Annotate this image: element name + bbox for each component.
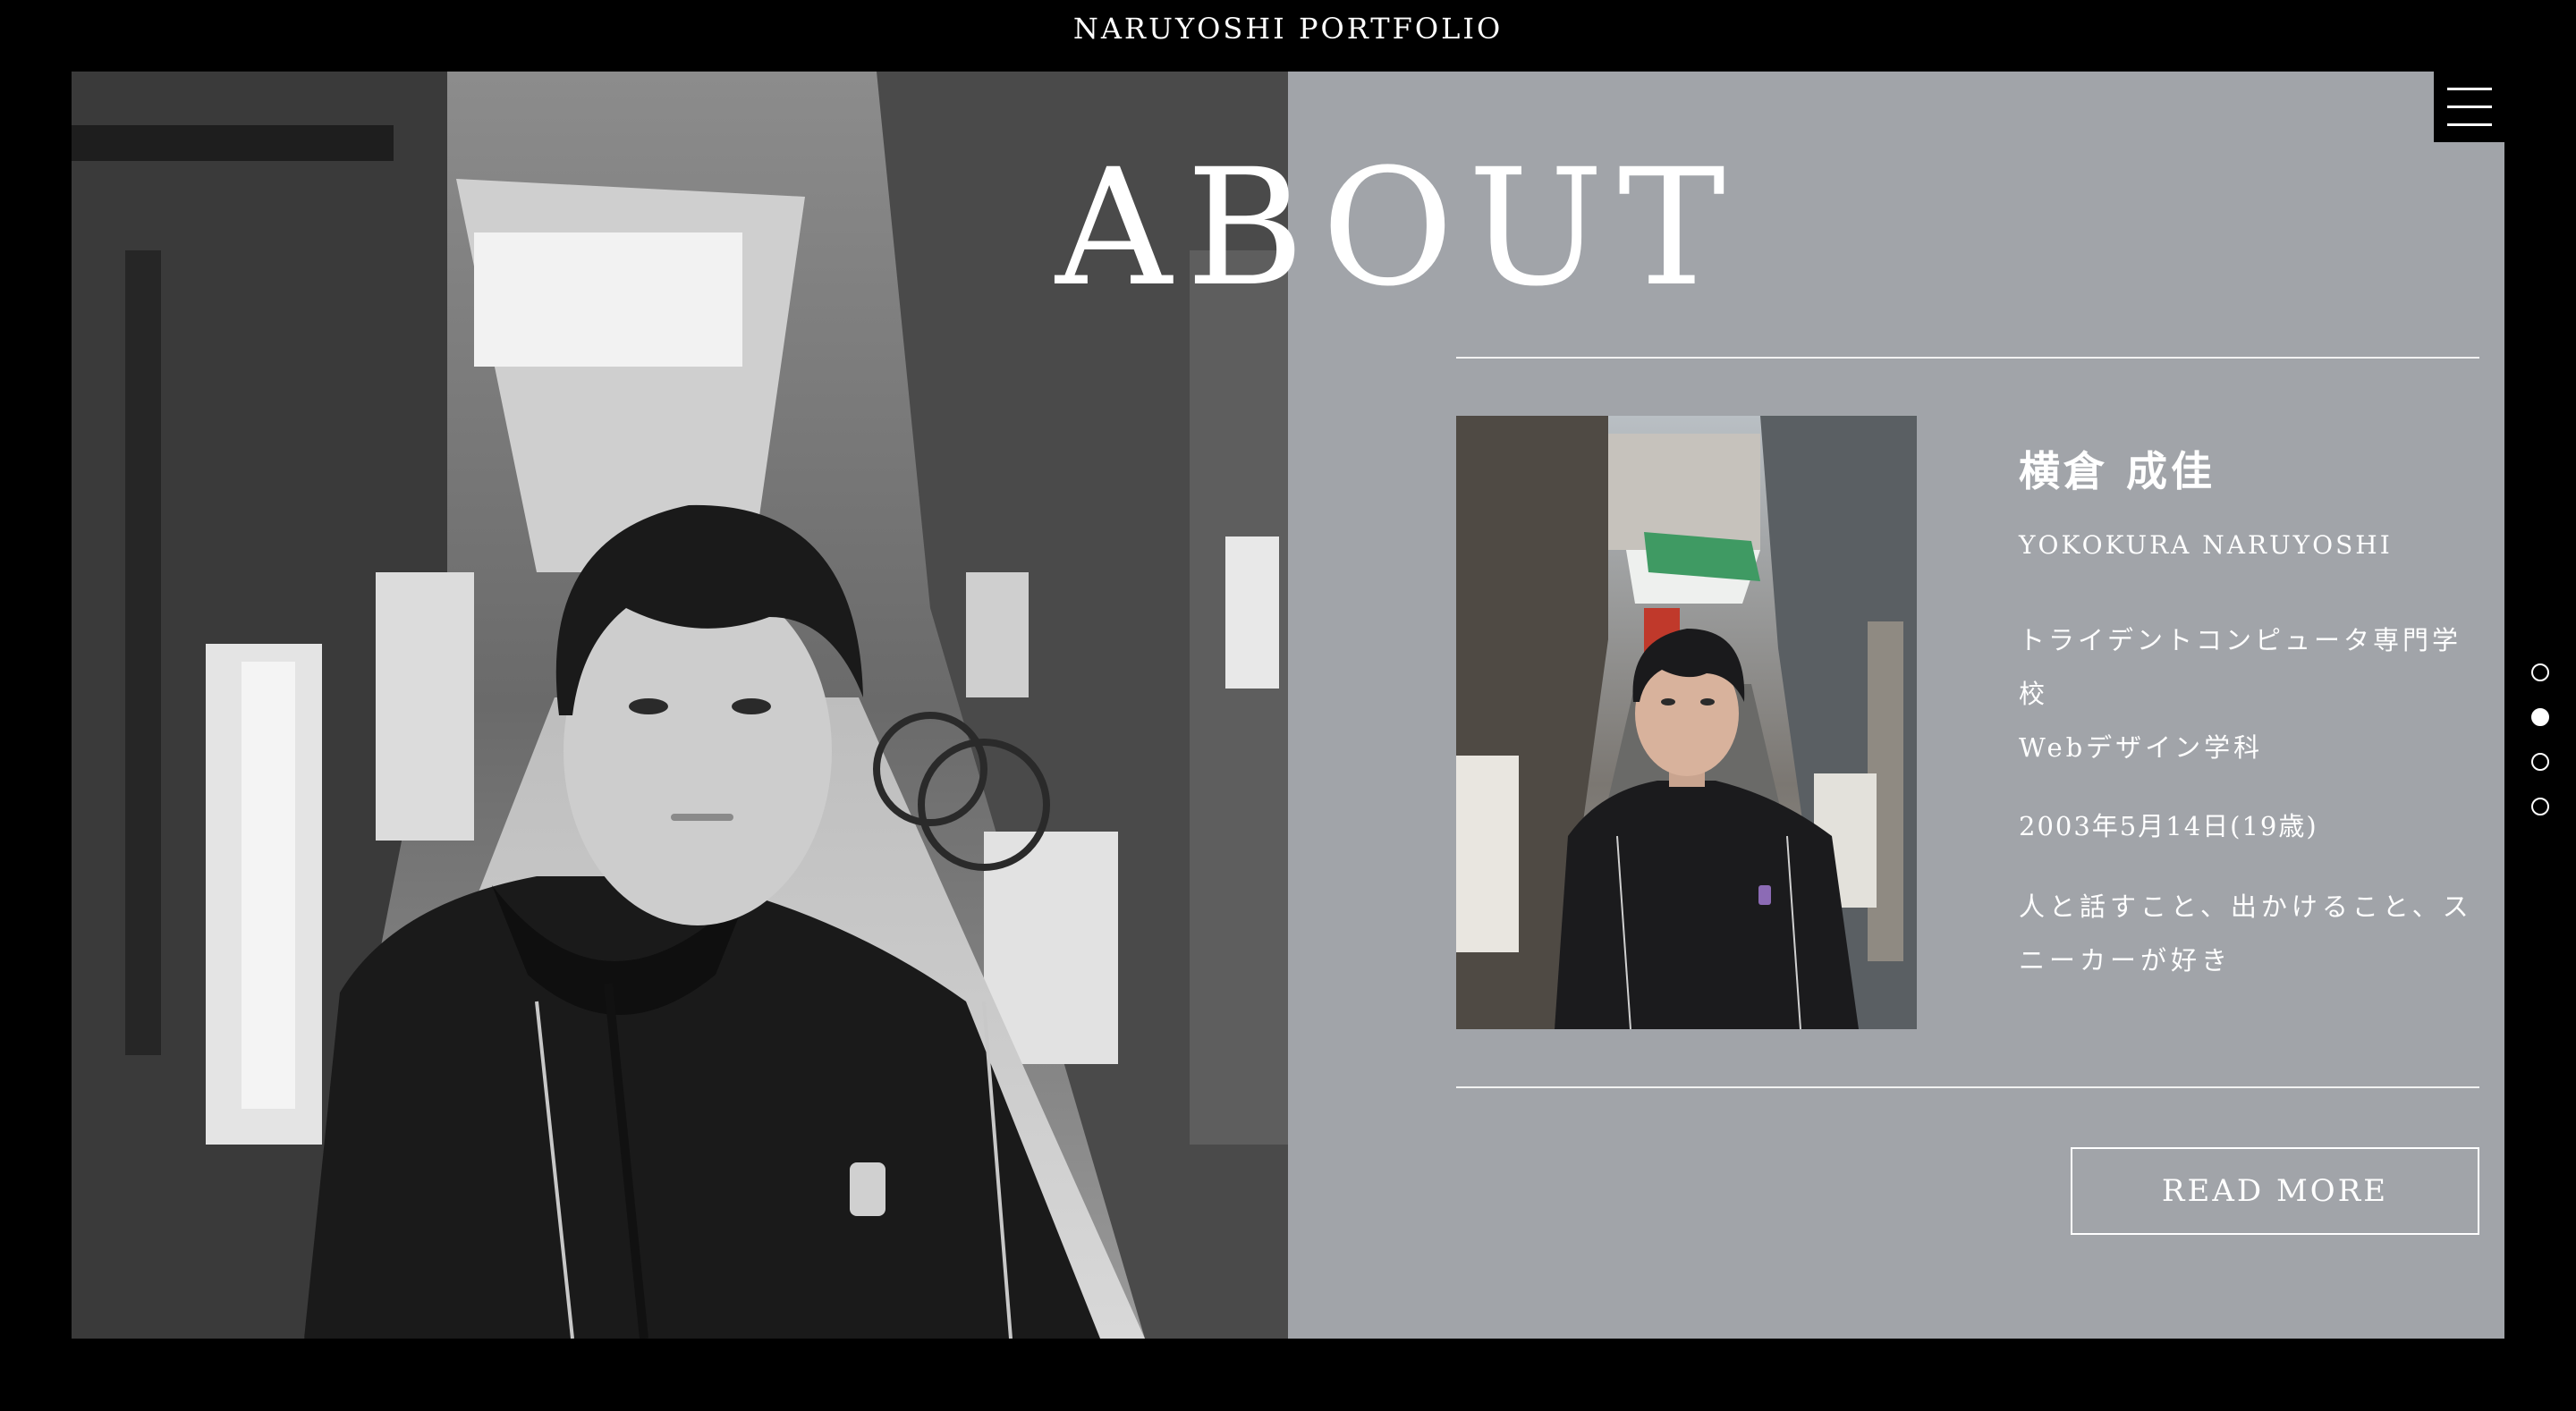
hobby-line1: 人と話すこと、出かけること、ス	[2019, 891, 2473, 923]
section-heading-about: ABOUT	[1055, 135, 1740, 322]
hobbies: 人と話すこと、出かけること、ス ニーカーが好き	[2019, 880, 2484, 987]
section-dot-navigation	[2531, 663, 2551, 842]
section-dot-1[interactable]	[2531, 663, 2549, 681]
hobby-line2: ニーカーが好き	[2019, 945, 2233, 976]
top-divider	[1456, 357, 2479, 359]
menu-button[interactable]	[2434, 72, 2504, 142]
hamburger-menu-icon	[2447, 88, 2492, 90]
profile-details: 横倉 成佳 YOKOKURA NARUYOSHI トライデントコンピュータ専門学…	[2019, 447, 2484, 987]
department-name: Webデザイン学科	[2019, 732, 2264, 764]
name-english: YOKOKURA NARUYOSHI	[2019, 530, 2393, 561]
bottom-divider	[1456, 1086, 2479, 1088]
site-title[interactable]: NARUYOSHI PORTFOLIO	[0, 0, 2576, 72]
section-dot-3[interactable]	[2531, 753, 2549, 771]
portrait-photo-color	[1456, 416, 1917, 1029]
hamburger-menu-icon	[2447, 106, 2492, 108]
name-japanese: 横倉 成佳	[2019, 447, 2216, 495]
hamburger-menu-icon	[2447, 123, 2492, 126]
school-name-line1: トライデントコンピュータ専門学	[2019, 625, 2462, 656]
about-section: ABOUT 横倉 成佳 YOKOKURA NARUYOSHI トライデントコンピ…	[72, 72, 2504, 1339]
birthdate: 2003年5月14日(19歳)	[2019, 811, 2318, 842]
read-more-button[interactable]: READ MORE	[2071, 1147, 2479, 1235]
school-name-line2: 校	[2019, 679, 2049, 710]
school-info: トライデントコンピュータ専門学校 Webデザイン学科	[2019, 613, 2484, 774]
section-dot-4[interactable]	[2531, 798, 2549, 815]
section-dot-2-active[interactable]	[2531, 708, 2549, 726]
